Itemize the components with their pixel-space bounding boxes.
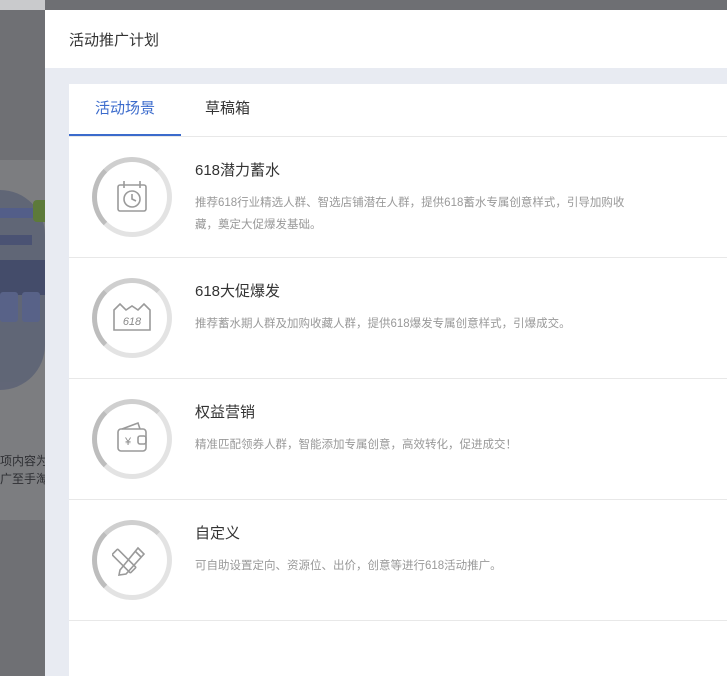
- activity-plan-drawer: 活动推广计划 活动场景 草稿箱 618潜力蓄水 推荐618行业精选人群、智选店铺…: [45, 10, 727, 676]
- drawer-header: 活动推广计划: [45, 10, 727, 68]
- scene-title: 618大促爆发: [195, 283, 281, 300]
- scene-title: 权益营销: [195, 404, 256, 421]
- scene-description: 推荐蓄水期人群及加购收藏人群，提供618爆发专属创意样式，引爆成交。: [195, 318, 571, 330]
- scene-icon-circle: [92, 520, 172, 600]
- scene-title: 618潜力蓄水: [195, 162, 281, 179]
- tab-activity-scene[interactable]: 活动场景: [69, 84, 181, 136]
- background-green-shape: [33, 200, 45, 222]
- 618-badge-icon: 618: [113, 302, 151, 331]
- tab-bar: 活动场景 草稿箱: [69, 84, 727, 137]
- alarm-clock-icon: [117, 181, 147, 212]
- coupon-wallet-icon: ¥: [117, 421, 147, 452]
- scene-icon-circle: 618: [92, 278, 172, 358]
- scene-icon-circle: ¥: [92, 399, 172, 479]
- scene-description: 可自助设置定向、资源位、出价，创意等进行618活动推广。: [195, 560, 502, 572]
- scene-title: 自定义: [195, 525, 241, 542]
- scene-description: 推荐618行业精选人群、智选店铺潜在人群，提供618蓄水专属创意样式，引导加购收…: [195, 197, 625, 231]
- svg-text:618: 618: [123, 316, 142, 328]
- scene-item-benefit-marketing[interactable]: ¥ 权益营销 精准匹配领券人群，智能添加专属创意，高效转化，促进成交！: [69, 379, 727, 500]
- content-panel: 活动场景 草稿箱 618潜力蓄水 推荐618行业精选人群、智选店铺潜在人群，提供…: [69, 84, 727, 676]
- scene-description: 精准匹配领券人群，智能添加专属创意，高效转化，促进成交！: [195, 439, 517, 451]
- background-text-line: 项内容为: [0, 454, 45, 468]
- tab-drafts[interactable]: 草稿箱: [181, 84, 274, 136]
- pencil-ruler-icon: [112, 546, 146, 576]
- drawer-title: 活动推广计划: [69, 31, 160, 49]
- background-text-line: 广至手淘: [0, 472, 45, 486]
- scene-item-618-reserve[interactable]: 618潜力蓄水 推荐618行业精选人群、智选店铺潜在人群，提供618蓄水专属创意…: [69, 137, 727, 258]
- svg-text:¥: ¥: [124, 436, 132, 448]
- background-top-strip: [0, 0, 45, 10]
- scene-icon-circle: [92, 157, 172, 237]
- scene-item-custom[interactable]: 自定义 可自助设置定向、资源位、出价，创意等进行618活动推广。: [69, 500, 727, 621]
- scene-item-618-burst[interactable]: 618 618大促爆发 推荐蓄水期人群及加购收藏人群，提供618爆发专属创意样式…: [69, 258, 727, 379]
